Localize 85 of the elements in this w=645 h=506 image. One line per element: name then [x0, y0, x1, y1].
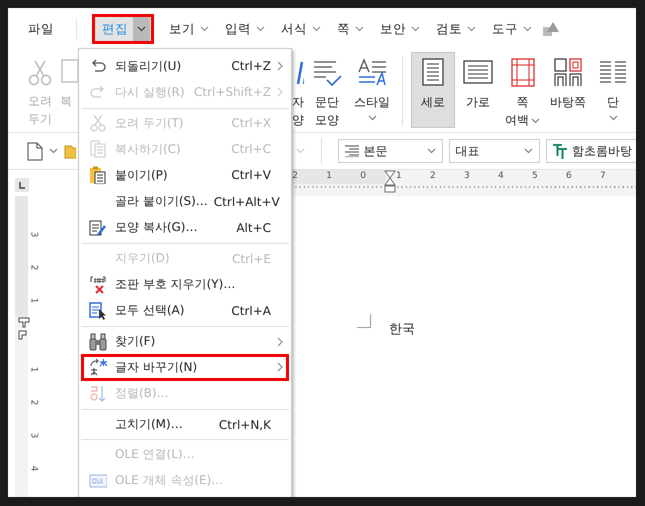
- chevron-down-icon: [296, 148, 305, 154]
- chevron-down-icon: [368, 115, 376, 121]
- chevron-down-icon: [137, 26, 146, 32]
- ruler-number: 4: [498, 170, 505, 182]
- ribbon-button[interactable]: 자 양: [288, 50, 304, 132]
- binoculars-icon: [89, 332, 107, 351]
- menu-tab[interactable]: 입력: [219, 15, 271, 43]
- scissors-icon: [28, 58, 52, 86]
- font-dropdown[interactable]: 함초롬바탕: [546, 139, 636, 163]
- chevron-down-icon: [411, 26, 420, 32]
- style-dropdown[interactable]: 본문: [338, 139, 444, 163]
- chevron-down-icon: [312, 26, 321, 32]
- chevron-down-icon: [524, 148, 534, 154]
- folder-icon: [64, 143, 76, 159]
- ribbon-button[interactable]: 가로: [457, 50, 499, 132]
- new-document-icon: [27, 142, 43, 160]
- ruler-number: 1: [27, 298, 38, 304]
- style-icon: [357, 58, 387, 87]
- chevron-down-icon: [608, 115, 618, 121]
- ribbon-button[interactable]: 바탕쪽: [546, 50, 590, 132]
- menu-tab[interactable]: 파일: [22, 15, 60, 43]
- ruler-number: 6: [566, 170, 573, 182]
- ruler-number: 2: [27, 264, 38, 270]
- paste-icon: [89, 166, 107, 184]
- replace-icon: [89, 358, 107, 376]
- ruler-number: 1: [325, 170, 333, 183]
- ruler-number: 3: [464, 170, 471, 182]
- chevron-down-icon: [523, 26, 532, 32]
- ruler-number: 0: [359, 170, 367, 183]
- select-all-icon: [89, 302, 107, 320]
- scissors-icon: [89, 114, 107, 132]
- delete-code-icon: [89, 276, 107, 294]
- sort-icon: [89, 384, 107, 403]
- ruler-number: 2: [27, 400, 38, 406]
- ribbon-button[interactable]: 스타일: [350, 50, 394, 132]
- menu-item[interactable]: 고치기(M)… Ctrl+N,K: [81, 408, 289, 438]
- copy-icon: [89, 140, 107, 158]
- chevron-down-icon: [200, 26, 209, 32]
- paragraph-style-icon: [344, 145, 360, 157]
- chevron-down-icon: [427, 148, 436, 154]
- ribbon-button[interactable]: 쪽 여백: [501, 50, 544, 132]
- menu-tab[interactable]: 서식: [275, 15, 327, 43]
- menu-item[interactable]: 조판 부호 지우기(Y)…: [81, 271, 289, 298]
- menu-tab[interactable]: 검토: [430, 15, 482, 43]
- ruler-number: 1: [396, 170, 403, 182]
- menu-item[interactable]: 글자 바꾸기(N): [81, 354, 289, 381]
- ruler-number: 1: [27, 366, 38, 372]
- ruler-number: 3: [27, 432, 38, 438]
- master-page-icon: [553, 58, 583, 87]
- chevron-down-icon: [467, 26, 476, 32]
- menu-item[interactable]: 붙이기(P) Ctrl+V: [81, 162, 289, 188]
- ruler-number: 2: [291, 170, 299, 183]
- ribbon-button[interactable]: 문단 모양: [306, 50, 348, 132]
- format-painter-icon: [89, 218, 107, 237]
- menu-item[interactable]: 되돌리기(U) Ctrl+Z: [81, 53, 289, 80]
- chevron-down-icon: [256, 26, 265, 32]
- chevron-down-icon: [49, 148, 58, 154]
- chevron-right-icon: [277, 61, 283, 72]
- menu-tab[interactable]: 도구: [486, 15, 538, 43]
- chevron-right-icon: [277, 336, 283, 347]
- menu-tab[interactable]: 쪽: [331, 15, 370, 43]
- ribbon-button[interactable]: 단: [592, 50, 634, 132]
- shapes-icon: [542, 21, 560, 37]
- ole-icon: [89, 472, 107, 490]
- language-dropdown[interactable]: 대표: [449, 139, 540, 163]
- chevron-right-icon: [277, 362, 283, 372]
- chevron-down-icon: [531, 118, 540, 124]
- ribbon-button[interactable]: 세로: [411, 52, 455, 128]
- menu-item[interactable]: 골라 붙이기(S)… Ctrl+Alt+V: [81, 188, 289, 215]
- menu-item[interactable]: 모두 선택(A) Ctrl+A: [81, 298, 289, 324]
- chevron-down-icon: [355, 26, 364, 32]
- ruler-number: 3: [27, 232, 38, 238]
- ruler-number: 7: [600, 170, 607, 182]
- margin-corner-icon: [357, 314, 371, 328]
- ruler-number: 5: [532, 170, 539, 182]
- menu-item[interactable]: 모양 복사(G)… Alt+C: [81, 214, 289, 242]
- menu-tab[interactable]: 보안: [374, 15, 426, 43]
- chevron-right-icon: [277, 87, 283, 98]
- document-text: 한국: [389, 322, 415, 338]
- tab-stop-icon: [15, 178, 29, 192]
- font-icon: [552, 143, 568, 159]
- ruler-number: 2: [430, 170, 437, 182]
- menu-tab[interactable]: 보기: [163, 15, 215, 43]
- ruler-number: 4: [27, 466, 38, 472]
- menu-item[interactable]: 찾기(F): [81, 326, 289, 354]
